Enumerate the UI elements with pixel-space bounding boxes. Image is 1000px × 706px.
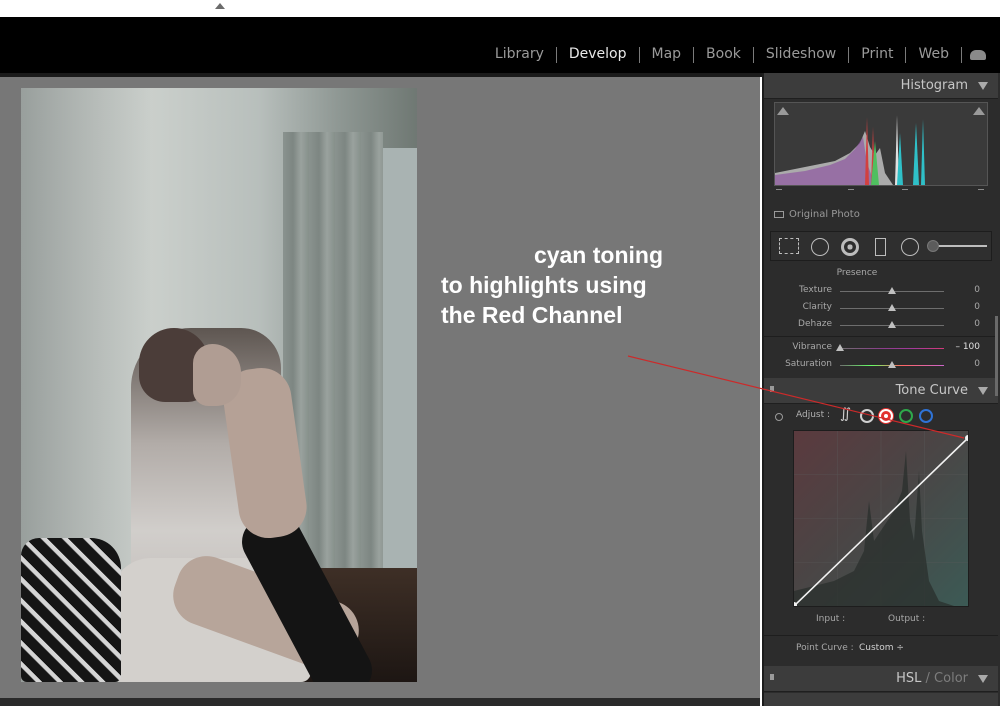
presence-title: Presence xyxy=(836,268,878,278)
red-eye-icon[interactable] xyxy=(841,238,859,256)
toolbar-strip xyxy=(0,698,760,706)
slider-thumb[interactable] xyxy=(888,321,896,328)
curve-adjust-row: Adjust : xyxy=(764,406,998,427)
presence-section: Presence Texture 0 Clarity 0 Dehaze 0 Vi… xyxy=(764,268,998,378)
histogram-tick xyxy=(776,189,782,190)
section-divider xyxy=(764,336,998,337)
module-picker: Library Develop Map Book Slideshow Print… xyxy=(483,46,986,63)
rgb-channel-icon[interactable] xyxy=(860,409,874,423)
module-print[interactable]: Print xyxy=(849,46,905,63)
slider-track[interactable] xyxy=(840,348,944,349)
texture-slider-row[interactable]: Texture 0 xyxy=(764,284,998,298)
point-curve-select[interactable]: Custom ÷ xyxy=(859,643,904,653)
histogram-header[interactable]: Histogram xyxy=(764,73,998,99)
tone-curve-header[interactable]: Tone Curve xyxy=(764,378,998,404)
module-slideshow[interactable]: Slideshow xyxy=(754,46,848,63)
tone-curve-title: Tone Curve xyxy=(895,383,968,398)
hsl-title: HSL / Color xyxy=(896,671,968,686)
crop-icon[interactable] xyxy=(779,238,799,254)
annotation-line-1: cyan toning xyxy=(533,242,663,268)
panel-scrollbar[interactable] xyxy=(995,316,998,396)
input-label: Input : xyxy=(816,614,846,624)
slider-value[interactable]: 0 xyxy=(974,319,980,329)
slider-value[interactable]: – 100 xyxy=(955,342,980,352)
module-separator xyxy=(961,46,962,63)
graduated-filter-icon[interactable] xyxy=(875,238,886,256)
radial-filter-icon[interactable] xyxy=(901,238,919,256)
slider-thumb[interactable] xyxy=(836,344,844,351)
targeted-adjustment-icon[interactable] xyxy=(775,413,783,421)
module-map[interactable]: Map xyxy=(640,46,694,63)
histogram-tick xyxy=(902,189,908,190)
module-book[interactable]: Book xyxy=(694,46,753,63)
slider-label: Vibrance xyxy=(792,342,832,352)
tone-curve-graph xyxy=(791,431,971,608)
original-photo-label: Original Photo xyxy=(789,209,860,220)
histogram-tick xyxy=(848,189,854,190)
adjust-label: Adjust : xyxy=(796,410,831,420)
clarity-slider-row[interactable]: Clarity 0 xyxy=(764,301,998,315)
hsl-separator: / xyxy=(921,671,935,686)
dehaze-slider-row[interactable]: Dehaze 0 xyxy=(764,318,998,332)
slider-label: Clarity xyxy=(802,302,832,312)
annotation-line-3: the Red Channel xyxy=(441,302,623,328)
top-strip xyxy=(0,0,1000,17)
original-photo-toggle[interactable]: Original Photo xyxy=(774,209,860,220)
annotation-text: cyan toning to highlights using the Red … xyxy=(441,240,681,330)
slider-thumb[interactable] xyxy=(888,304,896,311)
checkbox-icon[interactable] xyxy=(774,210,784,218)
slider-value[interactable]: 0 xyxy=(974,285,980,295)
panel-bottom-strip xyxy=(764,693,998,706)
histogram-graph xyxy=(775,115,925,185)
parametric-curve-icon[interactable] xyxy=(840,406,854,423)
photo-figure-face xyxy=(193,344,241,406)
red-channel-icon[interactable] xyxy=(879,409,893,423)
histogram-title: Histogram xyxy=(900,78,968,93)
section-divider xyxy=(764,635,998,636)
adjustment-brush-icon[interactable] xyxy=(927,240,939,252)
slider-label: Texture xyxy=(799,285,832,295)
panel-switch-icon[interactable] xyxy=(770,674,774,680)
output-label: Output : xyxy=(888,614,926,624)
collapse-triangle-icon[interactable] xyxy=(978,675,988,683)
hsl-label[interactable]: HSL xyxy=(896,671,921,686)
slider-value[interactable]: 0 xyxy=(974,302,980,312)
saturation-slider-row[interactable]: Saturation 0 xyxy=(764,358,998,372)
highlight-clipping-icon[interactable] xyxy=(973,107,985,115)
adjustment-brush-track[interactable] xyxy=(931,245,987,247)
slider-thumb[interactable] xyxy=(888,287,896,294)
photo-pillow xyxy=(21,538,121,682)
slider-value[interactable]: 0 xyxy=(974,359,980,369)
histogram-tick xyxy=(978,189,984,190)
tool-strip xyxy=(770,231,992,261)
module-picker-bar: Library Develop Map Book Slideshow Print… xyxy=(0,17,1000,73)
right-panel: Histogram Original Photo Presence Textur… xyxy=(762,73,1000,706)
point-curve-label: Point Curve : xyxy=(796,643,854,653)
slider-label: Dehaze xyxy=(798,319,832,329)
hsl-color-header[interactable]: HSL / Color xyxy=(764,666,998,692)
panel-switch-icon[interactable] xyxy=(770,386,774,392)
annotation-line-2: to highlights using xyxy=(441,272,647,298)
cloud-icon[interactable] xyxy=(970,49,986,60)
histogram-ticks xyxy=(774,189,988,197)
slider-label: Saturation xyxy=(785,359,832,369)
collapse-top-panel-icon[interactable] xyxy=(215,3,225,9)
photo-window xyxy=(377,148,417,568)
tone-curve-editor[interactable] xyxy=(791,430,971,608)
collapse-triangle-icon[interactable] xyxy=(978,82,988,90)
blue-channel-icon[interactable] xyxy=(919,409,933,423)
spot-removal-icon[interactable] xyxy=(811,238,829,256)
green-channel-icon[interactable] xyxy=(899,409,913,423)
vibrance-slider-row[interactable]: Vibrance – 100 xyxy=(764,341,998,355)
collapse-triangle-icon[interactable] xyxy=(978,387,988,395)
shadow-clipping-icon[interactable] xyxy=(777,107,789,115)
photo-preview[interactable] xyxy=(21,88,417,682)
module-web[interactable]: Web xyxy=(906,46,961,63)
module-develop[interactable]: Develop xyxy=(557,46,639,63)
module-library[interactable]: Library xyxy=(483,46,556,63)
histogram-display[interactable] xyxy=(774,102,988,186)
color-label[interactable]: Color xyxy=(934,671,968,686)
slider-thumb[interactable] xyxy=(888,361,896,368)
